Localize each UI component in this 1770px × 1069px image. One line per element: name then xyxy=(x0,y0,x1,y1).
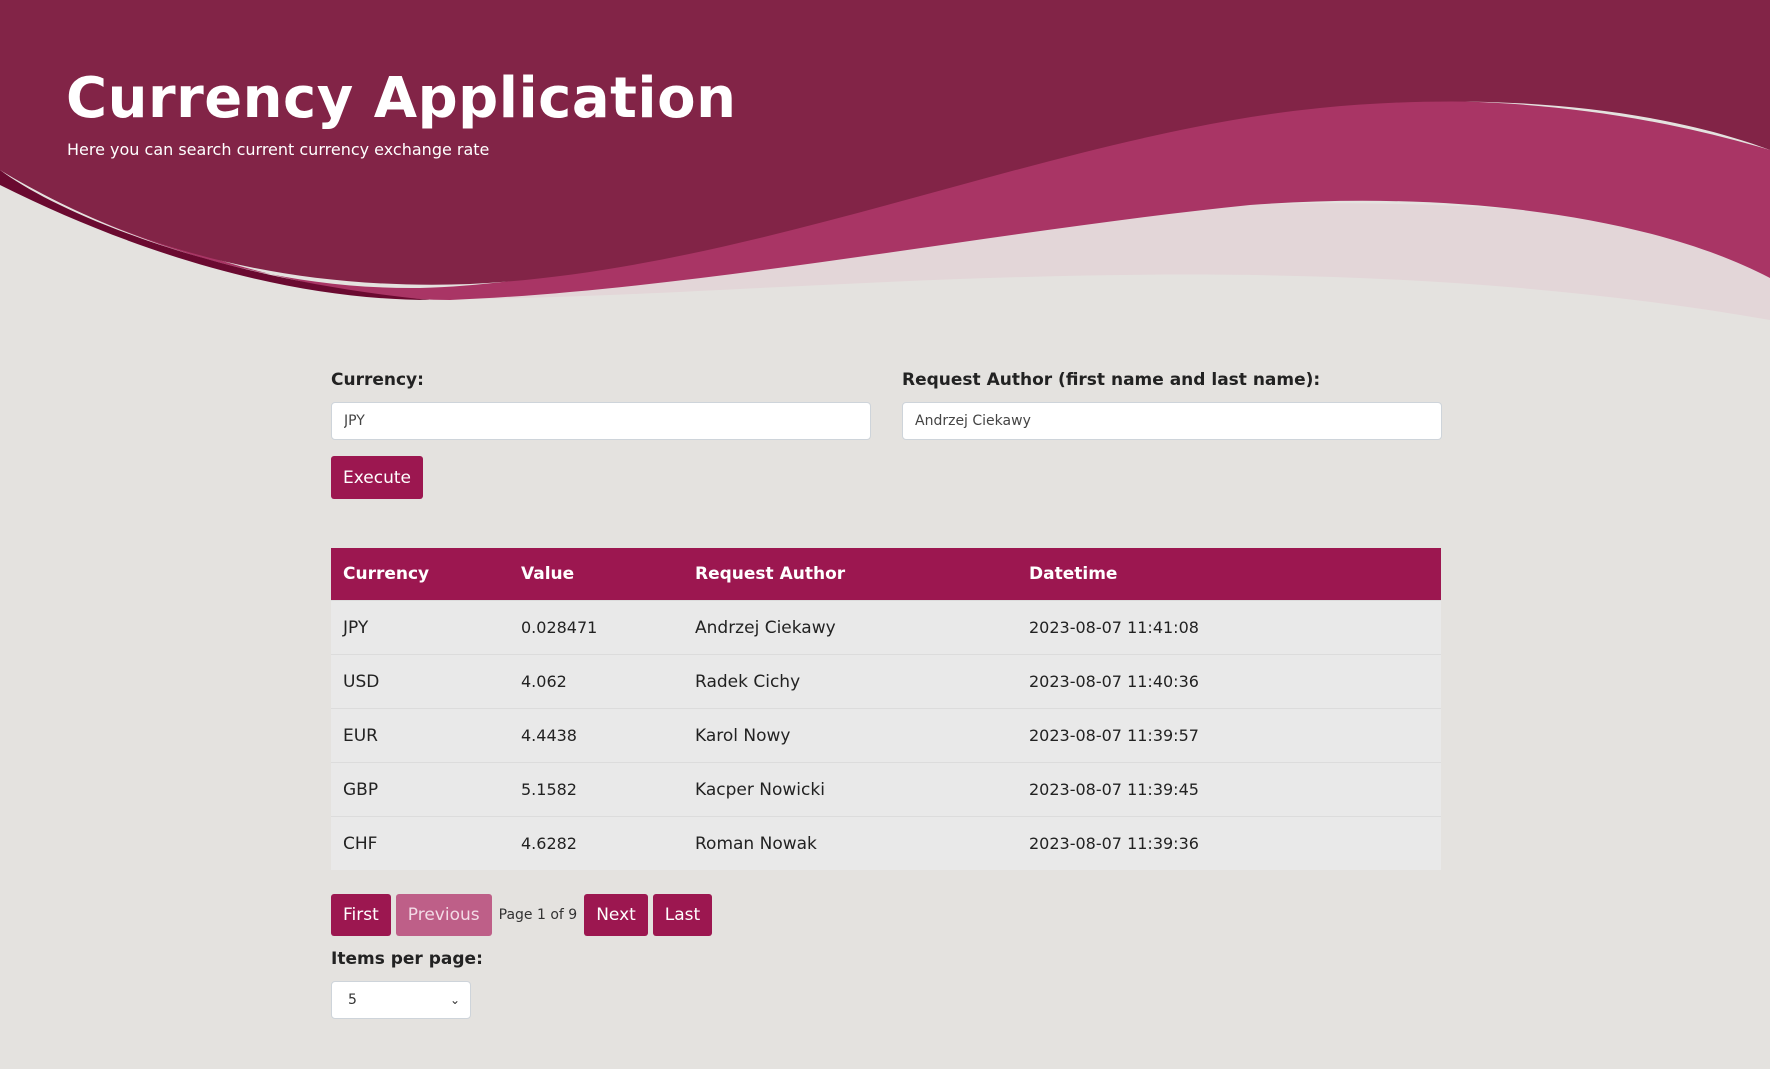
cell-request-author: Karol Nowy xyxy=(683,708,1017,763)
items-per-page-label: Items per page: xyxy=(331,949,483,969)
cell-currency: JPY xyxy=(331,600,509,655)
currency-input[interactable] xyxy=(331,402,871,440)
table-row: JPY 0.028471 Andrzej Ciekawy 2023-08-07 … xyxy=(331,600,1441,655)
header-banner: Currency Application Here you can search… xyxy=(0,0,1770,330)
column-header-datetime: Datetime xyxy=(1017,548,1441,601)
table-row: EUR 4.4438 Karol Nowy 2023-08-07 11:39:5… xyxy=(331,708,1441,763)
cell-datetime: 2023-08-07 11:39:57 xyxy=(1017,708,1441,763)
search-form: Currency: Request Author (first name and… xyxy=(331,370,1442,440)
items-per-page-select[interactable]: 5 ⌄ xyxy=(331,981,471,1019)
table-header-row: Currency Value Request Author Datetime xyxy=(331,548,1441,601)
header-wave-graphic xyxy=(0,0,1770,320)
author-group: Request Author (first name and last name… xyxy=(902,370,1442,440)
cell-datetime: 2023-08-07 11:39:45 xyxy=(1017,762,1441,817)
execute-button[interactable]: Execute xyxy=(331,456,423,499)
cell-datetime: 2023-08-07 11:40:36 xyxy=(1017,654,1441,709)
last-page-button[interactable]: Last xyxy=(652,894,713,936)
cell-value: 4.4438 xyxy=(509,708,683,763)
cell-request-author: Radek Cichy xyxy=(683,654,1017,709)
page-indicator: Page 1 of 9 xyxy=(498,907,578,923)
previous-page-button[interactable]: Previous xyxy=(395,894,492,936)
page-subtitle: Here you can search current currency exc… xyxy=(67,140,490,159)
column-header-currency: Currency xyxy=(331,548,509,601)
page-title: Currency Application xyxy=(66,66,737,131)
items-per-page-value: 5 xyxy=(348,992,357,1008)
author-input[interactable] xyxy=(902,402,1442,440)
cell-value: 4.062 xyxy=(509,654,683,709)
author-label: Request Author (first name and last name… xyxy=(902,370,1321,390)
cell-currency: USD xyxy=(331,654,509,709)
pagination: First Previous Page 1 of 9 Next Last xyxy=(331,894,1441,936)
cell-value: 5.1582 xyxy=(509,762,683,817)
cell-request-author: Andrzej Ciekawy xyxy=(683,600,1017,655)
cell-datetime: 2023-08-07 11:41:08 xyxy=(1017,600,1441,655)
cell-request-author: Kacper Nowicki xyxy=(683,762,1017,817)
currency-group: Currency: xyxy=(331,370,871,440)
cell-request-author: Roman Nowak xyxy=(683,816,1017,870)
table-row: USD 4.062 Radek Cichy 2023-08-07 11:40:3… xyxy=(331,654,1441,709)
currency-label: Currency: xyxy=(331,370,424,390)
table-row: GBP 5.1582 Kacper Nowicki 2023-08-07 11:… xyxy=(331,762,1441,817)
column-header-request-author: Request Author xyxy=(683,548,1017,601)
cell-value: 0.028471 xyxy=(509,600,683,655)
cell-datetime: 2023-08-07 11:39:36 xyxy=(1017,816,1441,870)
cell-value: 4.6282 xyxy=(509,816,683,870)
first-page-button[interactable]: First xyxy=(331,894,391,936)
main-content: Currency: Request Author (first name and… xyxy=(331,370,1442,1019)
chevron-down-icon: ⌄ xyxy=(449,993,460,1007)
results-table: Currency Value Request Author Datetime J… xyxy=(331,548,1441,870)
cell-currency: EUR xyxy=(331,708,509,763)
cell-currency: CHF xyxy=(331,816,509,870)
column-header-value: Value xyxy=(509,548,683,601)
cell-currency: GBP xyxy=(331,762,509,817)
table-row: CHF 4.6282 Roman Nowak 2023-08-07 11:39:… xyxy=(331,816,1441,870)
next-page-button[interactable]: Next xyxy=(584,894,648,936)
